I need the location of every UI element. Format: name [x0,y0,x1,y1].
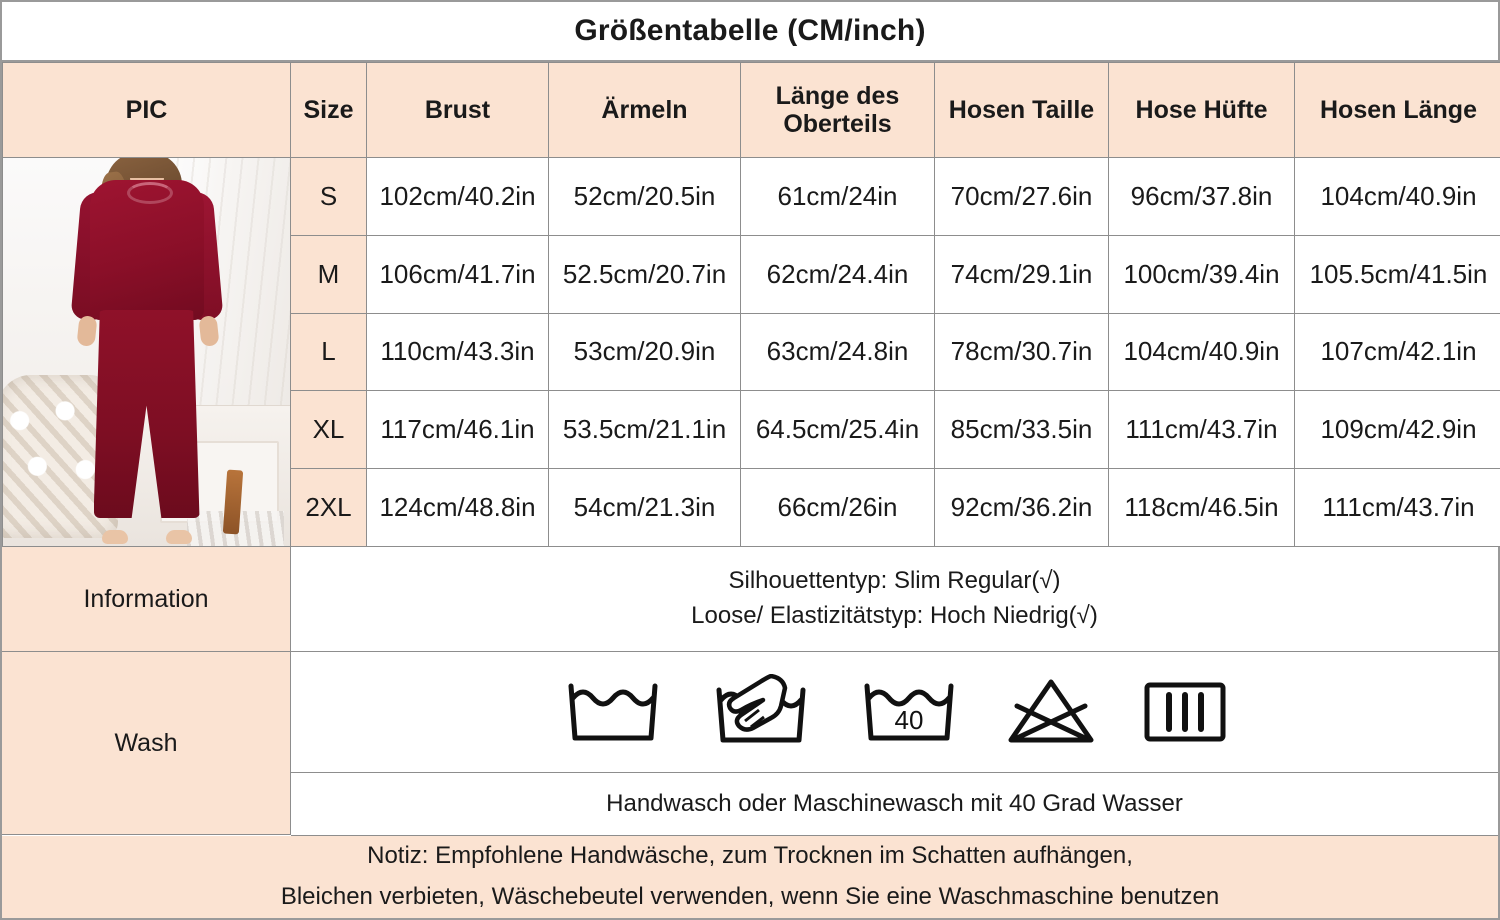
cell-hosen-laenge: 105.5cm/41.5in [1294,234,1500,314]
model-foot-right [165,530,192,544]
page-title: Größentabelle (CM/inch) [574,14,926,47]
size-table: PIC Size Brust Ärmeln Länge des Oberteil… [2,62,1500,547]
model-figure [69,158,224,546]
hand-wash-icon [709,674,813,750]
wash-label: Wash [2,652,291,835]
cell-hose-huefte: 111cm/43.7in [1108,390,1295,470]
machine-wash-icon [561,676,665,748]
cell-size: XL [290,390,367,470]
cell-hose-huefte: 118cm/46.5in [1108,468,1295,547]
information-content: Silhouettentyp: Slim Regular(√) Loose/ E… [291,547,1498,652]
cell-armeln: 52.5cm/20.7in [548,234,741,314]
cell-hose-huefte: 96cm/37.8in [1108,157,1295,236]
cell-hosen-taille: 74cm/29.1in [934,234,1109,314]
drip-dry-in-shade-icon [1141,677,1229,747]
chart-title-row: Größentabelle (CM/inch) [2,2,1498,62]
product-photo [3,158,290,546]
table-header-row: PIC Size Brust Ärmeln Länge des Oberteil… [2,62,1500,158]
wash-row: Wash 40 Handwasch oder Maschinewasch mit… [2,652,1498,836]
column-header-size: Size [290,62,367,158]
column-header-hose-huefte: Hose Hüfte [1108,62,1295,158]
cell-hosen-laenge: 107cm/42.1in [1294,312,1500,392]
product-photo-cell [2,157,291,547]
cell-laenge-oberteil: 61cm/24in [740,157,935,236]
garment-pants [93,310,200,518]
cell-brust: 102cm/40.2in [366,157,549,236]
cell-hose-huefte: 100cm/39.4in [1108,234,1295,314]
cell-laenge-oberteil: 64.5cm/25.4in [740,390,935,470]
header-line-1: Länge des [775,82,900,110]
cell-hose-huefte: 104cm/40.9in [1108,312,1295,392]
do-not-bleach-icon [1005,676,1097,748]
cell-brust: 110cm/43.3in [366,312,549,392]
cell-laenge-oberteil: 66cm/26in [740,468,935,547]
column-header-armeln: Ärmeln [548,62,741,158]
cell-hosen-taille: 92cm/36.2in [934,468,1109,547]
cell-armeln: 52cm/20.5in [548,157,741,236]
cell-hosen-taille: 70cm/27.6in [934,157,1109,236]
cell-brust: 124cm/48.8in [366,468,549,547]
cell-size: M [290,234,367,314]
wash-care-icons: 40 [291,652,1498,773]
cell-armeln: 54cm/21.3in [548,468,741,547]
cell-hosen-taille: 78cm/30.7in [934,312,1109,392]
column-header-hosen-taille: Hosen Taille [934,62,1109,158]
cell-brust: 106cm/41.7in [366,234,549,314]
cell-size: L [290,312,367,392]
cell-size: S [290,157,367,236]
cell-size: 2XL [290,468,367,547]
wash-temperature-label: 40 [894,705,923,735]
note-line-1: Notiz: Empfohlene Handwäsche, zum Trockn… [367,842,1133,870]
wash-40-degrees-icon: 40 [857,676,961,748]
cell-hosen-laenge: 109cm/42.9in [1294,390,1500,470]
note-line-2: Bleichen verbieten, Wäschebeutel verwend… [280,883,1220,910]
column-header-brust: Brust [366,62,549,158]
cell-laenge-oberteil: 63cm/24.8in [740,312,935,392]
model-hand-right [197,315,220,347]
information-row: Information Silhouettentyp: Slim Regular… [2,547,1498,652]
information-label: Information [2,547,291,652]
wash-content: 40 Handwasch oder Maschinewasch mit 40 G… [291,652,1498,836]
cell-hosen-laenge: 111cm/43.7in [1294,468,1500,547]
size-chart-sheet: Größentabelle (CM/inch) PIC Size Brust Ä… [0,0,1500,920]
column-header-pic: PIC [2,62,291,158]
model-hand-left [75,315,98,347]
garment-collar [126,182,173,204]
cell-armeln: 53.5cm/21.1in [548,390,741,470]
silhouette-type-text: Silhouettentyp: Slim Regular(√) [728,567,1061,595]
cell-hosen-laenge: 104cm/40.9in [1294,157,1500,236]
cell-laenge-oberteil: 62cm/24.4in [740,234,935,314]
cell-armeln: 53cm/20.9in [548,312,741,392]
column-header-hosen-laenge: Hosen Länge [1294,62,1500,158]
model-foot-left [101,530,128,544]
cell-brust: 117cm/46.1in [366,390,549,470]
note-row: Notiz: Empfohlene Handwäsche, zum Trockn… [2,836,1498,918]
wash-instruction-text: Handwasch oder Maschinewasch mit 40 Grad… [291,773,1498,836]
header-line-2: Oberteils [783,110,892,138]
elasticity-type-text: Loose/ Elastizitätstyp: Hoch Niedrig(√) [691,602,1098,629]
column-header-laenge-oberteils: Länge des Oberteils [740,62,935,158]
table-row: S 102cm/40.2in 52cm/20.5in 61cm/24in 70c… [2,157,1500,547]
cell-hosen-taille: 85cm/33.5in [934,390,1109,470]
